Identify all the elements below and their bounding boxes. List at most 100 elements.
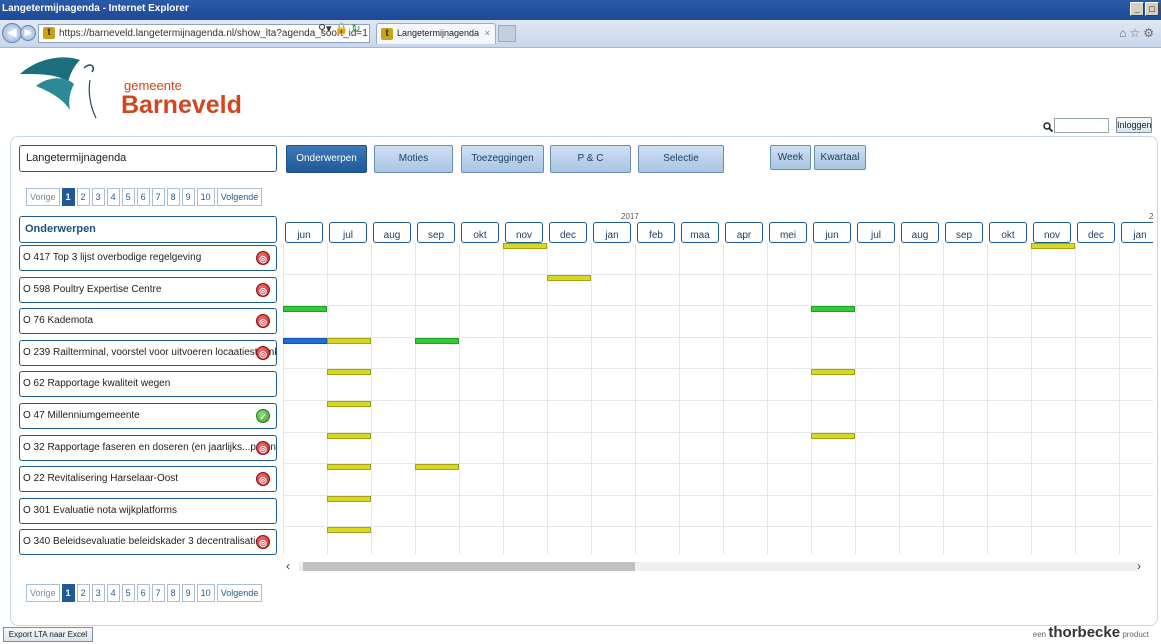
list-item[interactable]: O 76 Kademota ◎ <box>19 308 277 335</box>
list-item[interactable]: O 47 Millenniumgemeente ✓ <box>19 403 277 429</box>
view-week-button[interactable]: Week <box>770 145 811 170</box>
pager-prev[interactable]: Vorige <box>26 188 60 206</box>
search-icon[interactable] <box>1043 122 1053 132</box>
month-header-cell[interactable]: nov <box>1033 222 1071 243</box>
pager-page-7[interactable]: 7 <box>151 584 165 602</box>
list-item[interactable]: O 22 Revitalisering Harselaar-Oost ◎ <box>19 466 277 493</box>
close-tab-icon[interactable]: × <box>485 24 490 43</box>
timeline-bar[interactable] <box>415 337 459 344</box>
timeline-bar[interactable] <box>503 243 547 249</box>
forward-icon[interactable]: ▶ <box>20 25 36 41</box>
pager-page-8[interactable]: 8 <box>166 188 180 206</box>
month-header-cell[interactable]: sep <box>945 222 983 243</box>
refresh-icon[interactable]: ↻ <box>351 23 360 35</box>
maximize-icon[interactable]: □ <box>1145 2 1159 16</box>
pager-page-3[interactable]: 3 <box>91 584 105 602</box>
favorites-star-icon[interactable]: ☆ <box>1129 26 1143 40</box>
home-icon[interactable]: ⌂ <box>1119 26 1129 40</box>
pager-page-9[interactable]: 9 <box>181 584 195 602</box>
pager-page-4[interactable]: 4 <box>106 188 120 206</box>
timeline-bar[interactable] <box>327 337 371 344</box>
tab-moties[interactable]: Moties <box>374 145 453 173</box>
pager-page-7[interactable]: 7 <box>151 188 165 206</box>
pager-page-6[interactable]: 6 <box>136 584 150 602</box>
scroll-thumb[interactable] <box>303 562 635 571</box>
month-header-cell[interactable]: jan <box>1121 222 1153 243</box>
list-item[interactable]: O 62 Rapportage kwaliteit wegen <box>19 371 277 398</box>
list-item[interactable]: O 239 Railterminal, voorstel voor uitvoe… <box>19 339 277 366</box>
search-input[interactable] <box>1054 118 1109 133</box>
pager-page-8[interactable]: 8 <box>166 584 180 602</box>
horizontal-scrollbar[interactable]: ‹ › <box>283 559 1153 573</box>
month-header-cell[interactable]: nov <box>505 222 543 243</box>
list-item[interactable]: O 32 Rapportage faseren en doseren (en j… <box>19 434 277 461</box>
browser-tab[interactable]: t Langetermijnagenda × <box>376 23 496 44</box>
timeline-bar[interactable] <box>327 432 371 439</box>
month-header-cell[interactable]: dec <box>1077 222 1115 243</box>
timeline-bar[interactable] <box>415 464 459 471</box>
list-item[interactable]: O 340 Beleidsevaluatie beleidskader 3 de… <box>19 529 277 556</box>
settings-gear-icon[interactable]: ⚙ <box>1143 26 1157 40</box>
month-header-cell[interactable]: apr <box>725 222 763 243</box>
month-header-cell[interactable]: jul <box>857 222 895 243</box>
pager-page-3[interactable]: 3 <box>91 188 105 206</box>
scroll-right-icon[interactable]: › <box>1137 559 1141 573</box>
pager-page-5[interactable]: 5 <box>121 188 135 206</box>
tab-pc[interactable]: P & C <box>550 145 631 173</box>
month-header-cell[interactable]: sep <box>417 222 455 243</box>
timeline-bar[interactable] <box>1031 243 1075 249</box>
tab-selectie[interactable]: Selectie <box>638 145 724 173</box>
view-kwartaal-button[interactable]: Kwartaal <box>814 145 866 170</box>
timeline-bar[interactable] <box>811 306 855 313</box>
back-icon[interactable]: ◀ <box>2 23 22 43</box>
tab-onderwerpen[interactable]: Onderwerpen <box>286 145 367 173</box>
list-item[interactable]: O 417 Top 3 lijst overbodige regelgeving… <box>19 245 277 271</box>
timeline-bar[interactable] <box>327 401 371 407</box>
pager-prev[interactable]: Vorige <box>26 584 60 602</box>
timeline-bar[interactable] <box>811 432 855 439</box>
month-header-cell[interactable]: aug <box>373 222 411 243</box>
pager-page-4[interactable]: 4 <box>106 584 120 602</box>
list-item[interactable]: O 598 Poultry Expertise Centre ◎ <box>19 276 277 303</box>
timeline-bar[interactable] <box>283 337 327 344</box>
month-header-cell[interactable]: jan <box>593 222 631 243</box>
month-header-cell[interactable]: feb <box>637 222 675 243</box>
month-header-cell[interactable]: dec <box>549 222 587 243</box>
month-header-cell[interactable]: jun <box>813 222 851 243</box>
pager-next[interactable]: Volgende <box>216 188 263 206</box>
timeline-bar[interactable] <box>327 527 371 534</box>
login-button[interactable]: Inloggen <box>1116 117 1152 133</box>
timeline-bar[interactable] <box>811 369 855 376</box>
search-dropdown-icon[interactable]: ⚲▾ <box>318 23 332 35</box>
scroll-left-icon[interactable]: ‹ <box>286 559 290 573</box>
minimize-icon[interactable]: _ <box>1130 2 1144 16</box>
pager-page-2[interactable]: 2 <box>76 584 90 602</box>
pager-page-10[interactable]: 10 <box>196 188 215 206</box>
pager-page-2[interactable]: 2 <box>76 188 90 206</box>
timeline-bar[interactable] <box>327 369 371 376</box>
month-header-cell[interactable]: jun <box>285 222 323 243</box>
month-header-cell[interactable]: maa <box>681 222 719 243</box>
new-tab-button[interactable] <box>498 25 516 42</box>
pager-next[interactable]: Volgende <box>216 584 263 602</box>
grid-row-line <box>283 494 1153 496</box>
pager-page-9[interactable]: 9 <box>181 188 195 206</box>
pager-page-5[interactable]: 5 <box>121 584 135 602</box>
month-header-cell[interactable]: jul <box>329 222 367 243</box>
pager-page-1[interactable]: 1 <box>61 188 75 206</box>
pager-page-1[interactable]: 1 <box>61 584 75 602</box>
timeline-bar[interactable] <box>547 274 591 281</box>
tab-toezeggingen[interactable]: Toezeggingen <box>461 145 544 173</box>
timeline-bar[interactable] <box>283 306 327 313</box>
timeline-bar[interactable] <box>327 464 371 471</box>
timeline-bar[interactable] <box>327 495 371 502</box>
export-excel-button[interactable]: Export LTA naar Excel <box>3 627 93 642</box>
month-header-cell[interactable]: okt <box>989 222 1027 243</box>
lock-icon[interactable]: 🔒 <box>335 23 349 35</box>
month-header-cell[interactable]: mei <box>769 222 807 243</box>
pager-page-10[interactable]: 10 <box>196 584 215 602</box>
pager-page-6[interactable]: 6 <box>136 188 150 206</box>
list-item[interactable]: O 301 Evaluatie nota wijkplatforms <box>19 497 277 524</box>
month-header-cell[interactable]: aug <box>901 222 939 243</box>
month-header-cell[interactable]: okt <box>461 222 499 243</box>
